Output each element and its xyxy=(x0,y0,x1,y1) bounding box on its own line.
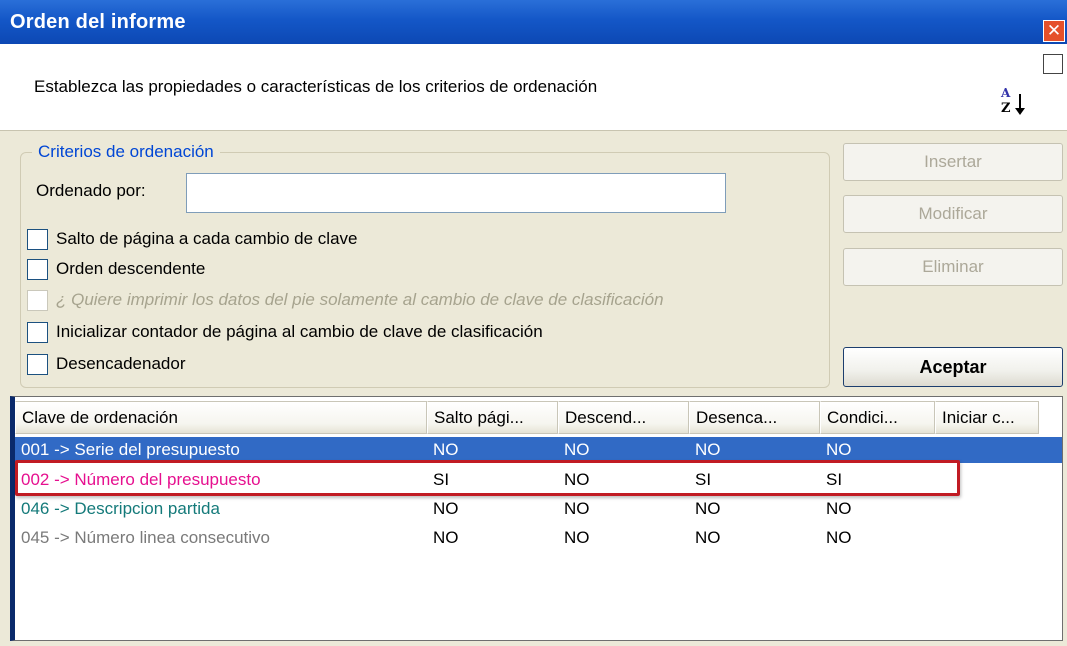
table-row[interactable]: 002 -> Número del presupuesto SI NO SI S… xyxy=(15,467,1062,493)
cell-reset xyxy=(935,437,1039,463)
cell-condition: SI xyxy=(826,470,843,489)
accept-button[interactable]: Aceptar xyxy=(843,347,1063,387)
checkbox-box xyxy=(27,289,48,311)
cell-trigger: SI xyxy=(695,470,712,489)
cell-page-break: NO xyxy=(433,440,459,459)
checkbox-label: Orden descendente xyxy=(56,259,206,278)
column-header-descending[interactable]: Descend... xyxy=(558,401,689,434)
checkbox-label: Inicializar contador de página al cambio… xyxy=(56,322,543,341)
cell-descending: NO xyxy=(564,528,590,547)
cell-descending: NO xyxy=(564,499,590,518)
checkbox-trigger[interactable]: Desencadenador xyxy=(27,352,185,376)
table-row[interactable]: 046 -> Descripcion partida NO NO NO NO xyxy=(15,496,1062,522)
svg-text:A: A xyxy=(1000,86,1011,100)
cell-trigger: NO xyxy=(695,440,721,459)
delete-button[interactable]: Eliminar xyxy=(843,248,1063,286)
cell-key: 046 -> Descripcion partida xyxy=(21,499,220,518)
cell-reset xyxy=(935,496,1039,522)
checkbox-box[interactable] xyxy=(27,353,48,375)
cell-condition: NO xyxy=(826,528,852,547)
cell-page-break: SI xyxy=(433,470,450,489)
cell-reset xyxy=(935,525,1039,551)
checkbox-label: ¿ Quiere imprimir los datos del pie sola… xyxy=(56,290,664,309)
cell-page-break: NO xyxy=(433,499,459,518)
cell-key: 002 -> Número del presupuesto xyxy=(21,470,261,489)
column-header-condition[interactable]: Condici... xyxy=(820,401,935,434)
checkbox-label: Desencadenador xyxy=(56,354,186,373)
checkbox-box[interactable] xyxy=(27,321,48,343)
table-row[interactable]: 001 -> Serie del presupuesto NO NO NO NO xyxy=(15,437,1062,463)
list-header: Clave de ordenación Salto pági... Descen… xyxy=(15,401,1062,434)
cell-key: 001 -> Serie del presupuesto xyxy=(21,440,240,459)
sort-az-icon: A Z xyxy=(1000,86,1025,116)
criteria-legend: Criterios de ordenación xyxy=(32,142,220,162)
header-description: Establezca las propiedades o característ… xyxy=(34,77,598,96)
cell-trigger: NO xyxy=(695,528,721,547)
column-header-key[interactable]: Clave de ordenación xyxy=(15,401,427,434)
cell-reset xyxy=(935,467,1039,493)
cell-descending: NO xyxy=(564,440,590,459)
table-row[interactable]: 045 -> Número linea consecutivo NO NO NO… xyxy=(15,525,1062,551)
modify-button[interactable]: Modificar xyxy=(843,195,1063,233)
checkbox-box[interactable] xyxy=(27,228,48,250)
checkbox-box[interactable] xyxy=(27,258,48,280)
checkbox-descending[interactable]: Orden descendente xyxy=(27,257,205,281)
insert-button[interactable]: Insertar xyxy=(843,143,1063,181)
svg-text:Z: Z xyxy=(1001,101,1011,116)
checkbox-reset-page-counter[interactable]: Inicializar contador de página al cambio… xyxy=(27,320,543,344)
window-title: Orden del informe xyxy=(10,11,186,33)
cell-key: 045 -> Número linea consecutivo xyxy=(21,528,270,547)
cell-descending: NO xyxy=(564,470,590,489)
title-bar: Orden del informe xyxy=(0,0,1067,44)
ordered-by-input[interactable] xyxy=(186,173,726,213)
column-header-reset[interactable]: Iniciar c... xyxy=(935,401,1039,434)
checkbox-page-break[interactable]: Salto de página a cada cambio de clave xyxy=(27,227,357,251)
checkbox-print-footer: ¿ Quiere imprimir los datos del pie sola… xyxy=(27,288,664,312)
cell-trigger: NO xyxy=(695,499,721,518)
cell-page-break: NO xyxy=(433,528,459,547)
header-checkbox[interactable] xyxy=(1043,54,1063,74)
column-header-trigger[interactable]: Desenca... xyxy=(689,401,820,434)
close-button[interactable]: ✕ xyxy=(1043,20,1065,42)
checkbox-label: Salto de página a cada cambio de clave xyxy=(56,229,358,248)
column-header-page-break[interactable]: Salto pági... xyxy=(427,401,558,434)
cell-condition: NO xyxy=(826,499,852,518)
sort-criteria-list[interactable]: Clave de ordenación Salto pági... Descen… xyxy=(10,396,1063,641)
ordered-by-label: Ordenado por: xyxy=(36,181,146,200)
cell-condition: NO xyxy=(826,440,852,459)
